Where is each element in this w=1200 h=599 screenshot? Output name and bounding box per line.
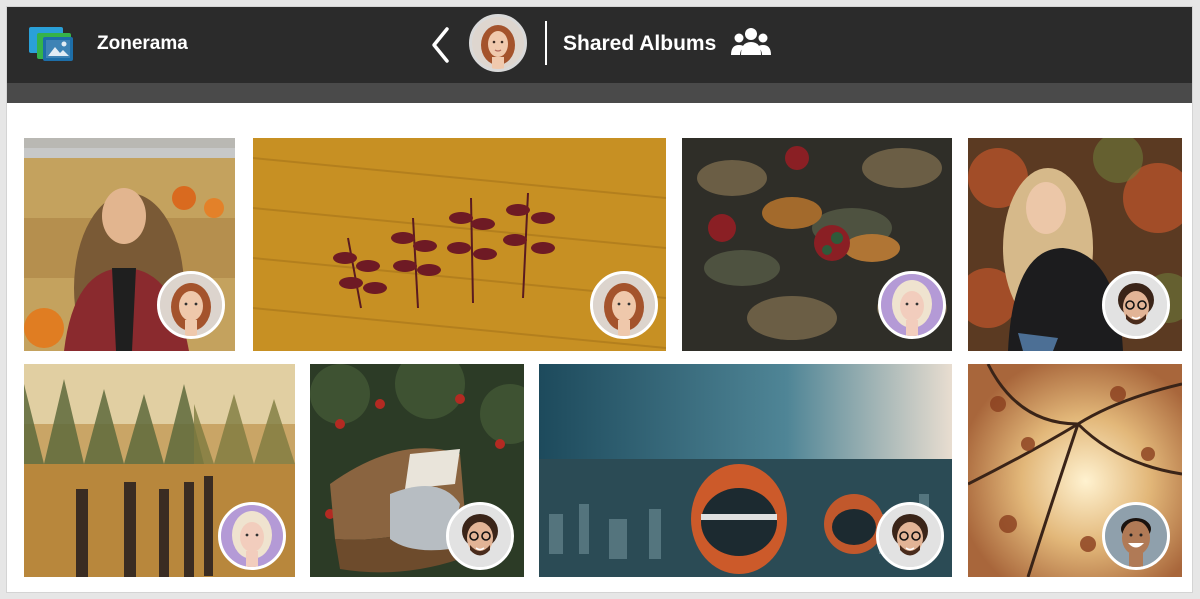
photo-tile[interactable] [310,364,524,577]
chevron-left-icon [432,27,449,63]
photo-tile[interactable] [253,138,666,351]
people-group-icon[interactable] [731,25,771,61]
sharer-avatar[interactable] [1102,271,1170,339]
photo-tile[interactable] [24,364,295,577]
photo-tile[interactable] [24,138,235,351]
top-bar: Zonerama Shared Albums [7,7,1192,83]
zonerama-logo-icon[interactable] [27,23,79,65]
sharer-avatar[interactable] [446,502,514,570]
back-button[interactable] [427,25,455,65]
photo-tile[interactable] [539,364,952,577]
sharer-avatar[interactable] [218,502,286,570]
sub-bar [7,83,1192,103]
photo-tile[interactable] [968,364,1182,577]
sharer-avatar[interactable] [878,271,946,339]
title-divider [545,21,547,65]
sharer-avatar[interactable] [157,271,225,339]
owner-avatar[interactable] [469,14,527,72]
app-name[interactable]: Zonerama [97,33,188,55]
sharer-avatar[interactable] [1102,502,1170,570]
sharer-avatar[interactable] [876,502,944,570]
sharer-avatar[interactable] [590,271,658,339]
photo-tile[interactable] [682,138,952,351]
photo-tile[interactable] [968,138,1182,351]
page-title: Shared Albums [563,32,717,55]
app-window: Zonerama Shared Albums [6,6,1193,593]
